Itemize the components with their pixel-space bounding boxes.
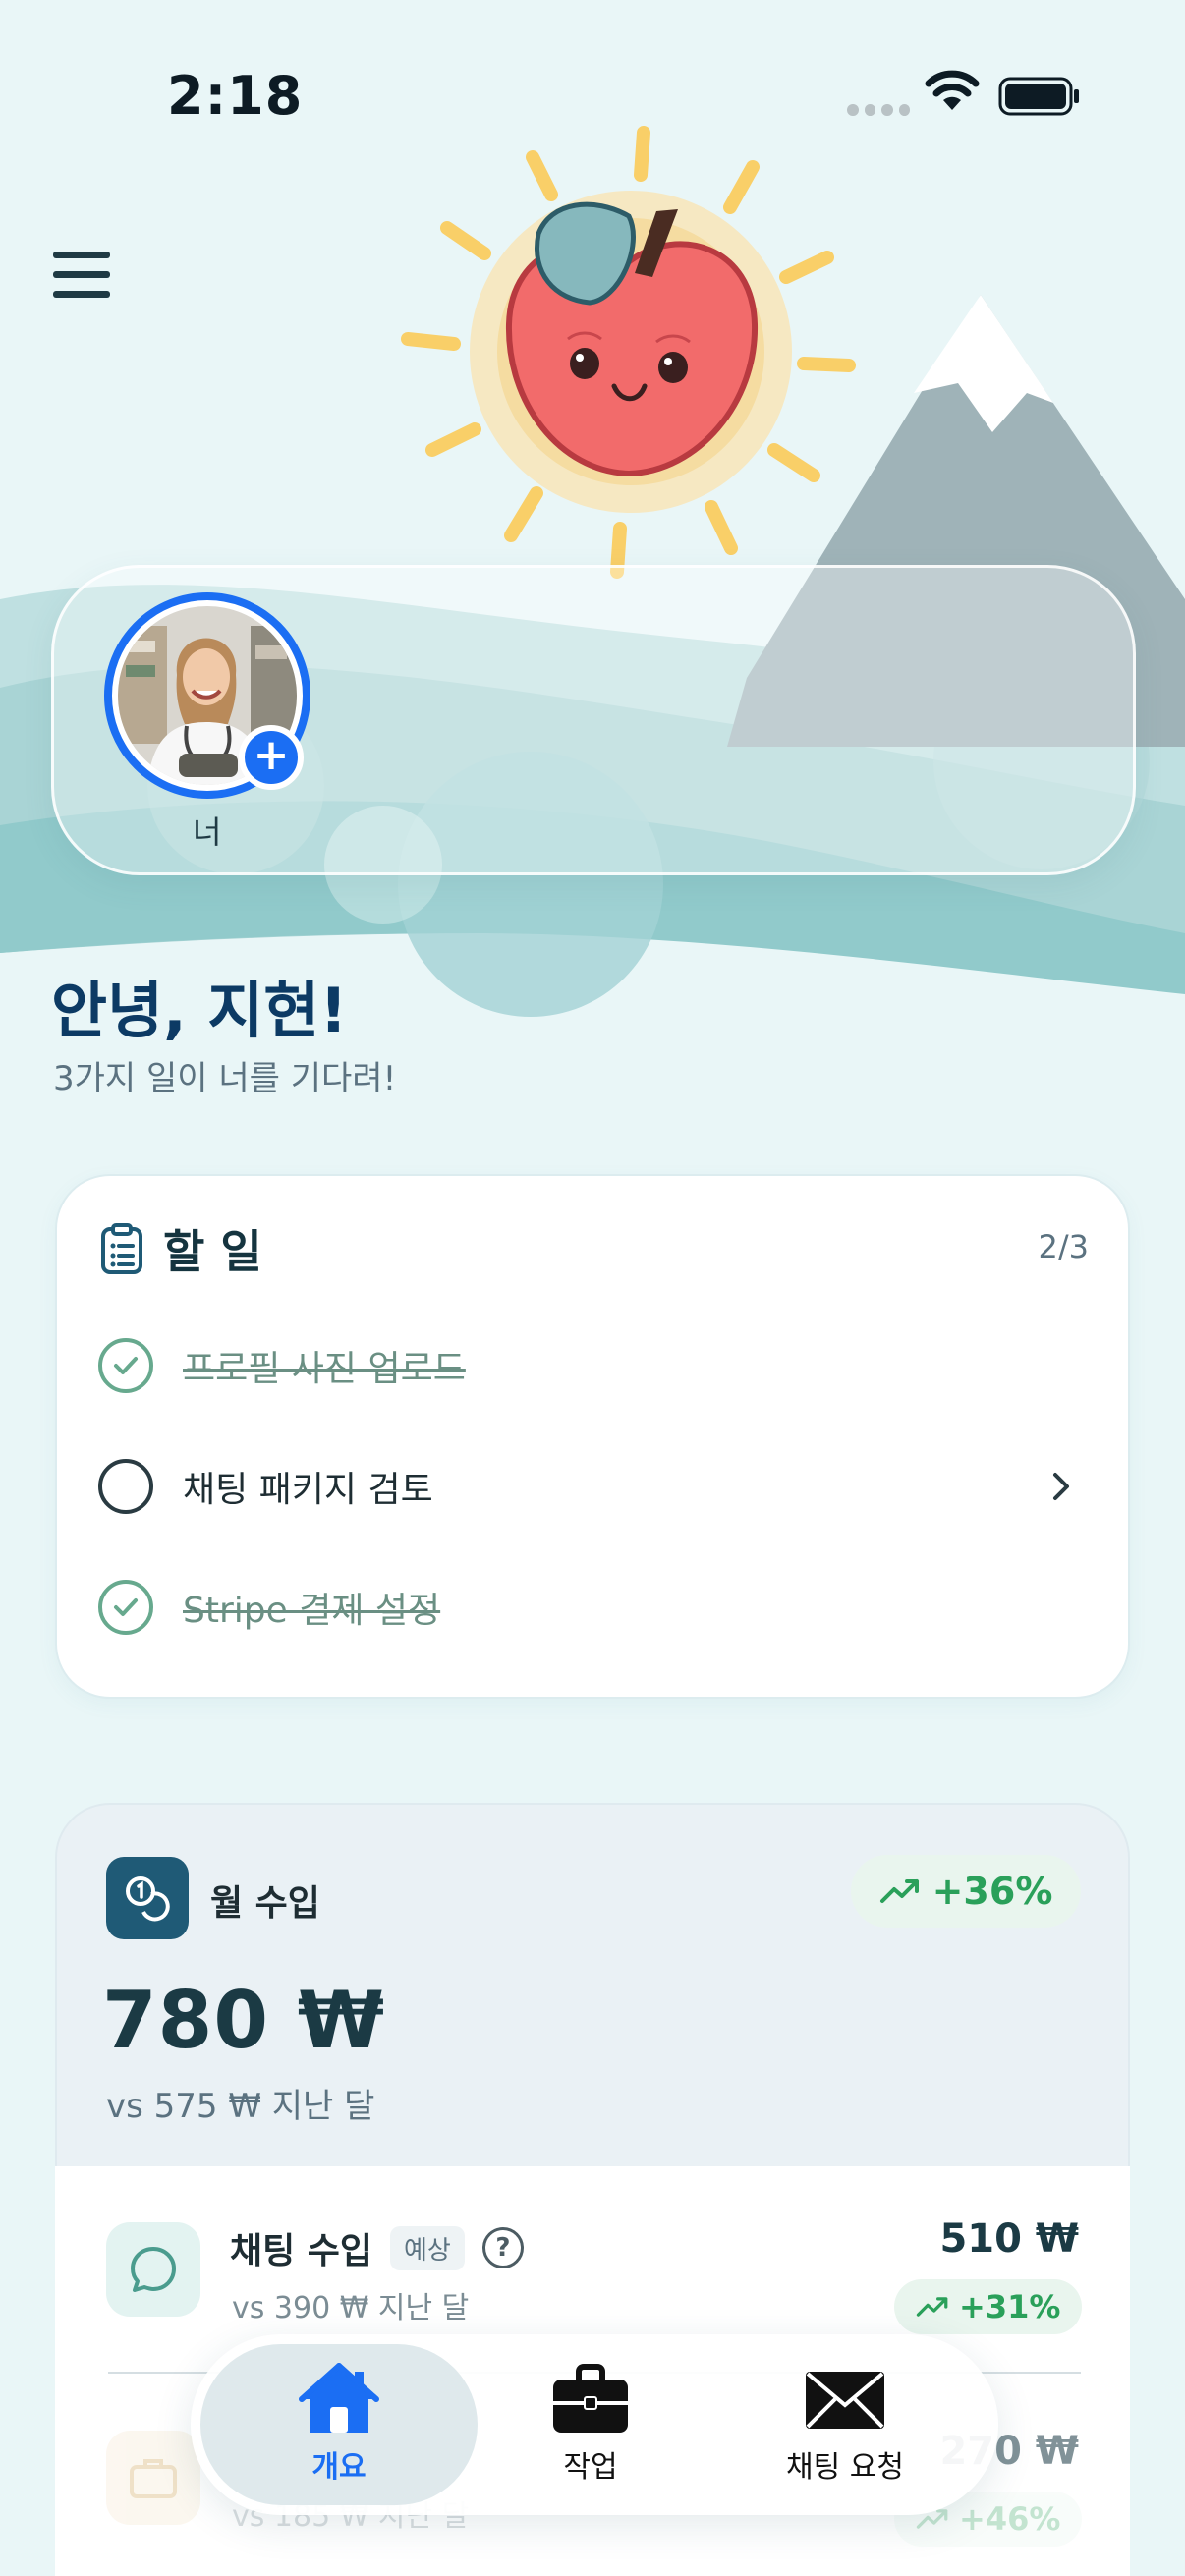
tasks-title: 할 일 [163, 1225, 262, 1278]
nav-label: 개요 [311, 2450, 367, 2485]
nav-tab-chat-requests[interactable]: 채팅 요청 [727, 2362, 963, 2486]
check-icon[interactable] [98, 1580, 153, 1635]
menu-icon[interactable] [53, 252, 112, 301]
check-icon[interactable] [98, 1338, 153, 1393]
chat-bubble-icon [106, 2222, 200, 2317]
income-previous: vs 575 ₩ 지난 달 [106, 2087, 375, 2126]
briefcase-icon [553, 2364, 628, 2433]
trend-up-icon [916, 2297, 948, 2317]
tasks-progress-count: 2/3 [1038, 1228, 1090, 1265]
clipboard-icon [101, 1223, 142, 1274]
chevron-right-icon[interactable] [1042, 1467, 1081, 1506]
income-label: 월 수입 [210, 1883, 320, 1924]
estimate-tag: 예상 [390, 2225, 465, 2270]
nav-label: 작업 [563, 2450, 618, 2485]
coins-icon [106, 1857, 189, 1939]
task-label: 프로필 사진 업로드 [183, 1349, 466, 1389]
task-item[interactable]: Stripe 결제 설정 [98, 1568, 1081, 1647]
briefcase-icon [106, 2431, 200, 2525]
trend-up-icon [879, 1879, 919, 1903]
nav-tab-overview[interactable]: 개요 [221, 2362, 457, 2486]
avatar-label: 너 [193, 813, 222, 851]
nav-label: 채팅 요청 [786, 2450, 904, 2485]
greeting-subtitle: 3가지 일이 너를 기다려! [53, 1059, 397, 1098]
home-icon [299, 2363, 379, 2433]
income-amount: 780 ₩ [102, 1975, 386, 2066]
income-row-previous: vs 390 ₩ 지난 달 [232, 2291, 470, 2325]
help-icon[interactable]: ? [481, 2227, 524, 2268]
income-row-header: 채팅 수입 예상 ? [230, 2222, 524, 2273]
add-story-button[interactable]: + [239, 725, 304, 790]
task-item[interactable]: 채팅 패키지 검토 [98, 1447, 1081, 1526]
nav-tab-tasks[interactable]: 작업 [473, 2362, 708, 2486]
empty-checkbox-icon[interactable] [98, 1459, 153, 1514]
task-label: 채팅 패키지 검토 [183, 1470, 433, 1510]
income-row-change-badge: +31% [894, 2279, 1083, 2334]
income-row-change: +31% [959, 2288, 1061, 2325]
task-item[interactable]: 프로필 사진 업로드 [98, 1326, 1081, 1405]
task-label: Stripe 결제 설정 [183, 1591, 441, 1631]
income-row-amount: 510 ₩ [939, 2216, 1079, 2262]
income-change: +36% [931, 1870, 1053, 1913]
income-change-badge: +36% [851, 1855, 1081, 1928]
greeting-title: 안녕, 지현! [51, 975, 348, 1046]
income-row-title: 채팅 수입 [230, 2231, 373, 2271]
hero-illustration [0, 126, 1185, 1017]
income-row-change: +46% [959, 2500, 1061, 2538]
tasks-header: 할 일 [100, 1216, 262, 1281]
mail-icon [806, 2372, 884, 2429]
